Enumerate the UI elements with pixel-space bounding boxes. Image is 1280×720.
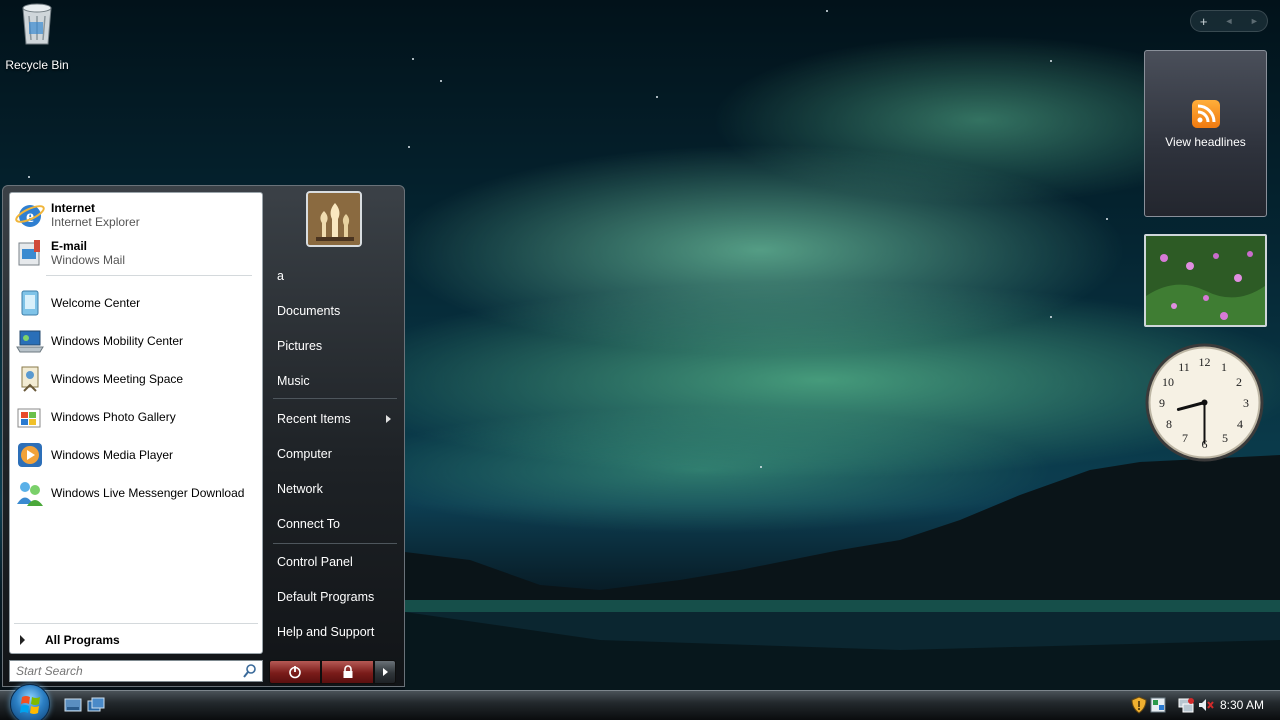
pinned-item-title: Internet xyxy=(51,201,96,215)
slideshow-image xyxy=(1146,236,1265,325)
svg-text:5: 5 xyxy=(1222,431,1228,445)
recent-item-label: Windows Meeting Space xyxy=(51,372,184,386)
recent-item-welcome-center[interactable]: Welcome Center xyxy=(14,285,140,321)
music-link[interactable]: Music xyxy=(269,366,399,396)
slideshow-gadget[interactable] xyxy=(1144,234,1267,327)
arrow-right-icon xyxy=(383,668,388,676)
recycle-bin[interactable]: Recycle Bin xyxy=(4,2,70,72)
pictures-link[interactable]: Pictures xyxy=(269,331,399,361)
search-icon[interactable] xyxy=(242,663,258,679)
media-player-icon xyxy=(18,443,42,467)
separator xyxy=(14,623,258,624)
desktop: Recycle Bin + ◄ ► View headlines 12 1 2 … xyxy=(0,0,1280,720)
taskbar-clock[interactable]: 8:30 AM xyxy=(1220,698,1264,712)
start-search-box xyxy=(9,660,263,682)
mobility-center-icon xyxy=(16,330,44,353)
recent-item-label: Welcome Center xyxy=(51,296,141,310)
recent-items-link[interactable]: Recent Items xyxy=(269,404,399,434)
network-link[interactable]: Network xyxy=(269,474,399,504)
view-headlines-label: View headlines xyxy=(1165,135,1246,149)
user-folder-link[interactable]: a xyxy=(269,261,399,291)
pinned-item-subtitle: Internet Explorer xyxy=(51,215,140,229)
recent-item-label: Windows Live Messenger Download xyxy=(51,486,245,500)
pinned-item-internet[interactable]: e Internet Internet Explorer xyxy=(14,197,140,233)
power-bar xyxy=(269,660,396,684)
recycle-bin-label: Recycle Bin xyxy=(5,58,69,72)
help-support-link[interactable]: Help and Support xyxy=(269,617,399,647)
recent-item-label: Windows Photo Gallery xyxy=(51,410,176,424)
lock-icon xyxy=(343,665,352,678)
arrow-right-icon xyxy=(20,635,25,645)
rss-icon xyxy=(1191,100,1220,128)
welcome-center-icon xyxy=(21,290,39,316)
recycle-bin-icon xyxy=(22,3,52,45)
recent-item-mobility-center[interactable]: Windows Mobility Center xyxy=(14,323,183,359)
default-programs-link[interactable]: Default Programs xyxy=(269,582,399,612)
svg-text:9: 9 xyxy=(1159,396,1165,410)
recent-item-meeting-space[interactable]: Windows Meeting Space xyxy=(14,361,183,397)
windows-update-icon[interactable] xyxy=(1149,696,1167,714)
svg-text:11: 11 xyxy=(1178,360,1190,374)
sidebar-controls: + ◄ ► xyxy=(1190,10,1268,32)
taskbar: 8:30 AM xyxy=(0,684,1280,720)
clock-gadget[interactable]: 12 12 345 678 91011 xyxy=(1144,342,1265,463)
windows-logo-icon xyxy=(20,696,40,714)
next-page-button[interactable]: ► xyxy=(1242,16,1267,26)
network-status-icon[interactable] xyxy=(1177,696,1195,714)
start-menu-programs-pane: e Internet Internet Explorer E-mail Wind… xyxy=(9,192,263,654)
svg-text:12: 12 xyxy=(1199,355,1211,369)
messenger-icon xyxy=(17,482,43,506)
pinned-item-title: E-mail xyxy=(51,239,88,253)
pinned-item-subtitle: Windows Mail xyxy=(51,253,126,267)
internet-explorer-icon: e xyxy=(15,205,45,227)
security-shield-icon[interactable] xyxy=(1130,696,1148,714)
svg-text:4: 4 xyxy=(1237,417,1243,431)
feed-headlines-gadget[interactable]: View headlines xyxy=(1144,50,1267,217)
lock-button[interactable] xyxy=(321,660,374,684)
svg-text:8: 8 xyxy=(1166,417,1172,431)
recent-item-media-player[interactable]: Windows Media Player xyxy=(14,437,173,473)
user-avatar[interactable] xyxy=(306,191,362,247)
previous-page-button[interactable]: ◄ xyxy=(1216,16,1241,26)
chess-pieces-image xyxy=(308,193,360,245)
svg-text:3: 3 xyxy=(1243,396,1249,410)
volume-muted-icon[interactable] xyxy=(1197,696,1215,714)
recent-items-label: Recent Items xyxy=(277,412,351,426)
control-panel-link[interactable]: Control Panel xyxy=(269,547,399,577)
svg-text:10: 10 xyxy=(1162,375,1174,389)
separator xyxy=(46,275,252,276)
shutdown-options-button[interactable] xyxy=(374,660,396,684)
start-menu: e Internet Internet Explorer E-mail Wind… xyxy=(2,185,405,687)
recent-item-photo-gallery[interactable]: Windows Photo Gallery xyxy=(14,399,176,435)
svg-text:2: 2 xyxy=(1236,375,1242,389)
connect-to-link[interactable]: Connect To xyxy=(269,509,399,539)
computer-link[interactable]: Computer xyxy=(269,439,399,469)
separator xyxy=(273,398,397,399)
switch-windows-icon[interactable] xyxy=(87,697,105,713)
svg-text:7: 7 xyxy=(1182,431,1188,445)
recent-item-label: Windows Media Player xyxy=(51,448,174,462)
show-desktop-icon[interactable] xyxy=(64,697,82,713)
documents-link[interactable]: Documents xyxy=(269,296,399,326)
recent-item-live-messenger[interactable]: Windows Live Messenger Download xyxy=(14,475,244,511)
all-programs-button[interactable]: All Programs xyxy=(14,629,258,651)
start-button[interactable] xyxy=(10,684,50,720)
meeting-space-icon xyxy=(21,366,39,392)
all-programs-label: All Programs xyxy=(45,633,120,647)
power-icon xyxy=(289,666,301,679)
windows-mail-icon xyxy=(18,240,40,266)
recent-item-label: Windows Mobility Center xyxy=(51,334,184,348)
photo-gallery-icon xyxy=(17,408,41,428)
power-button[interactable] xyxy=(269,660,321,684)
add-gadget-button[interactable]: + xyxy=(1191,14,1216,29)
separator xyxy=(273,543,397,544)
start-search-input[interactable] xyxy=(10,662,242,680)
submenu-arrow-icon xyxy=(386,415,391,423)
svg-text:1: 1 xyxy=(1221,360,1227,374)
pinned-item-email[interactable]: E-mail Windows Mail xyxy=(14,235,125,271)
